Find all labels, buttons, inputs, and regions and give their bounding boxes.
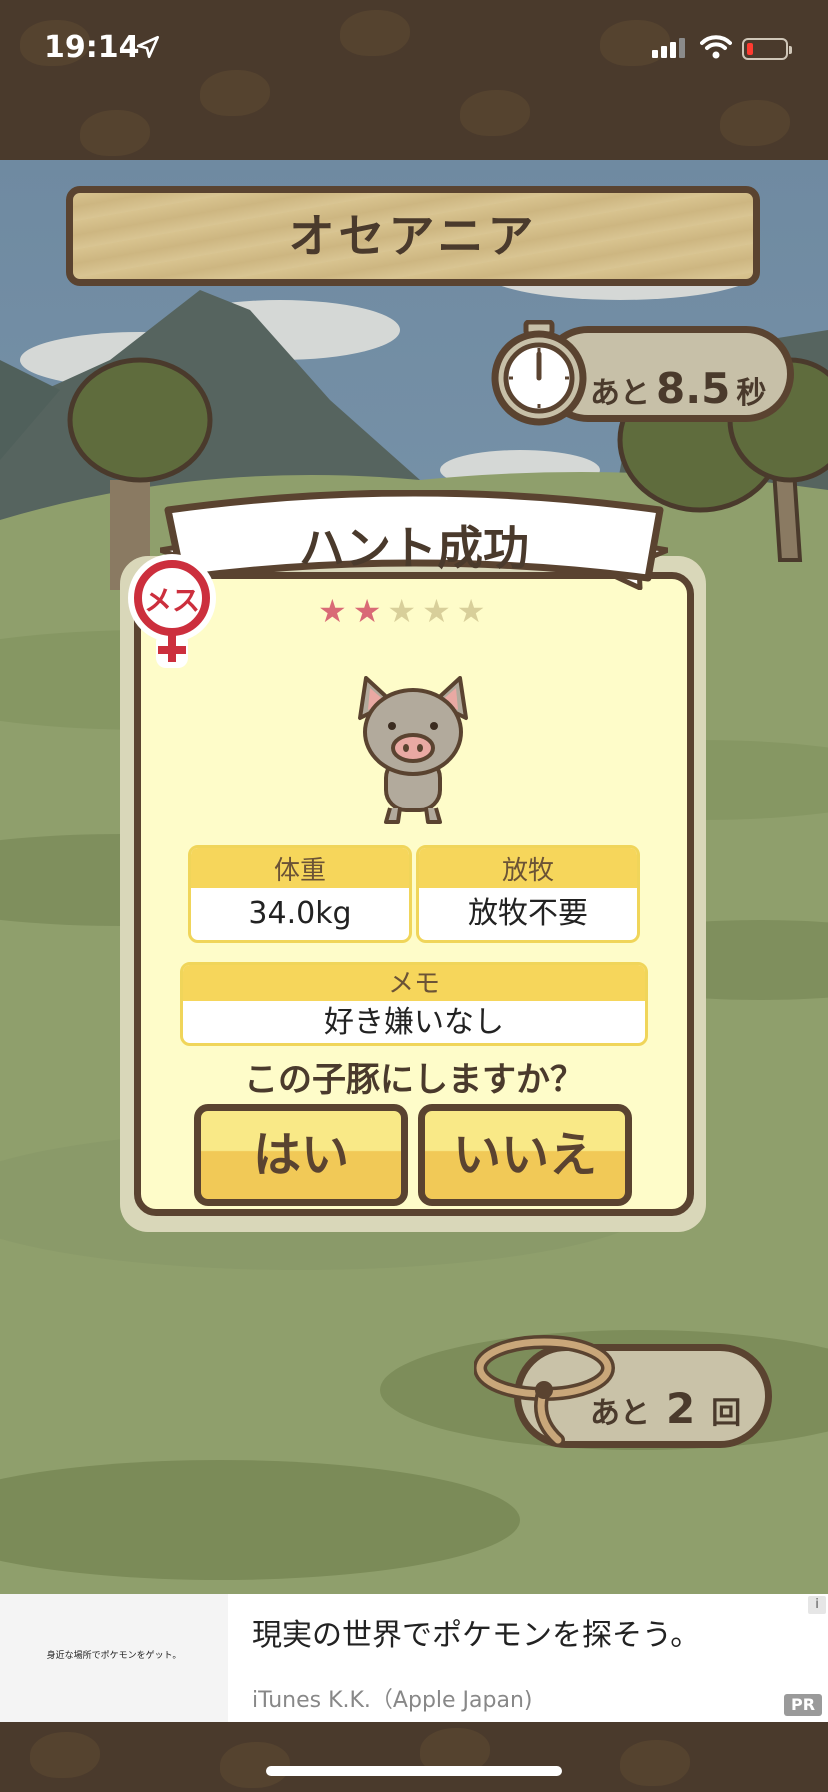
piglet-image bbox=[358, 676, 468, 824]
star-filled-icon: ★ bbox=[352, 592, 388, 630]
home-indicator[interactable] bbox=[266, 1766, 562, 1776]
timer-unit: 秒 bbox=[736, 376, 767, 411]
ad-banner[interactable]: 身近な場所でポケモンをゲット。 現実の世界でポケモンを探そう。 iTunes K… bbox=[0, 1594, 828, 1722]
star-empty-icon: ★ bbox=[422, 592, 457, 630]
weight-label: 体重 bbox=[191, 848, 409, 888]
timer-readout: あと 8.5 秒 bbox=[590, 364, 766, 413]
gender-label: メス bbox=[144, 584, 200, 617]
memo-box: メモ 好き嫌いなし bbox=[180, 962, 648, 1046]
ad-info-icon[interactable]: i bbox=[808, 1596, 826, 1614]
stopwatch-icon bbox=[491, 320, 587, 426]
timer-value: 8.5 bbox=[656, 364, 731, 413]
weight-box: 体重 34.0kg bbox=[188, 845, 412, 943]
attempts-readout: あと 2 回 bbox=[590, 1384, 741, 1433]
star-empty-icon: ★ bbox=[456, 592, 492, 630]
wifi-icon bbox=[700, 35, 732, 59]
timer-prefix: あと bbox=[590, 376, 650, 411]
pasture-label: 放牧 bbox=[419, 848, 637, 888]
yes-button[interactable]: はい bbox=[194, 1104, 408, 1206]
no-button[interactable]: いいえ bbox=[418, 1104, 632, 1206]
status-time: 19:14 bbox=[44, 30, 140, 65]
pasture-value: 放牧不要 bbox=[468, 896, 588, 931]
pasture-box: 放牧 放牧不要 bbox=[416, 845, 640, 943]
location-name: オセアニア bbox=[288, 209, 538, 263]
attempts-value: 2 bbox=[666, 1384, 696, 1433]
battery-icon bbox=[742, 38, 792, 60]
weight-value: 34.0kg bbox=[248, 896, 352, 931]
status-bar bbox=[0, 0, 828, 160]
ad-title[interactable]: 現実の世界でポケモンを探そう。 bbox=[252, 1610, 700, 1654]
ad-pr-badge: PR bbox=[784, 1694, 822, 1716]
star-filled-icon: ★ bbox=[318, 592, 353, 630]
result-title: ハント成功 bbox=[299, 521, 529, 575]
location-arrow-icon bbox=[136, 35, 160, 59]
attempts-unit: 回 bbox=[711, 1396, 742, 1431]
female-badge: メス bbox=[128, 554, 216, 668]
star-empty-icon: ★ bbox=[387, 592, 423, 630]
attempts-prefix: あと bbox=[590, 1396, 650, 1431]
ad-advertiser: iTunes K.K.（Apple Japan) bbox=[252, 1688, 533, 1713]
confirm-question: この子豚にしますか？ bbox=[244, 1060, 584, 1100]
ad-thumbnail-text: 身近な場所でポケモンをゲット。 bbox=[46, 1651, 182, 1661]
location-plank: オセアニア bbox=[66, 186, 760, 286]
rarity-stars: ★★★★★ bbox=[318, 592, 512, 630]
memo-label: メモ bbox=[183, 965, 645, 1001]
bottom-band bbox=[0, 1722, 828, 1792]
memo-value: 好き嫌いなし bbox=[324, 1005, 504, 1040]
cellular-signal-icon bbox=[652, 38, 688, 58]
